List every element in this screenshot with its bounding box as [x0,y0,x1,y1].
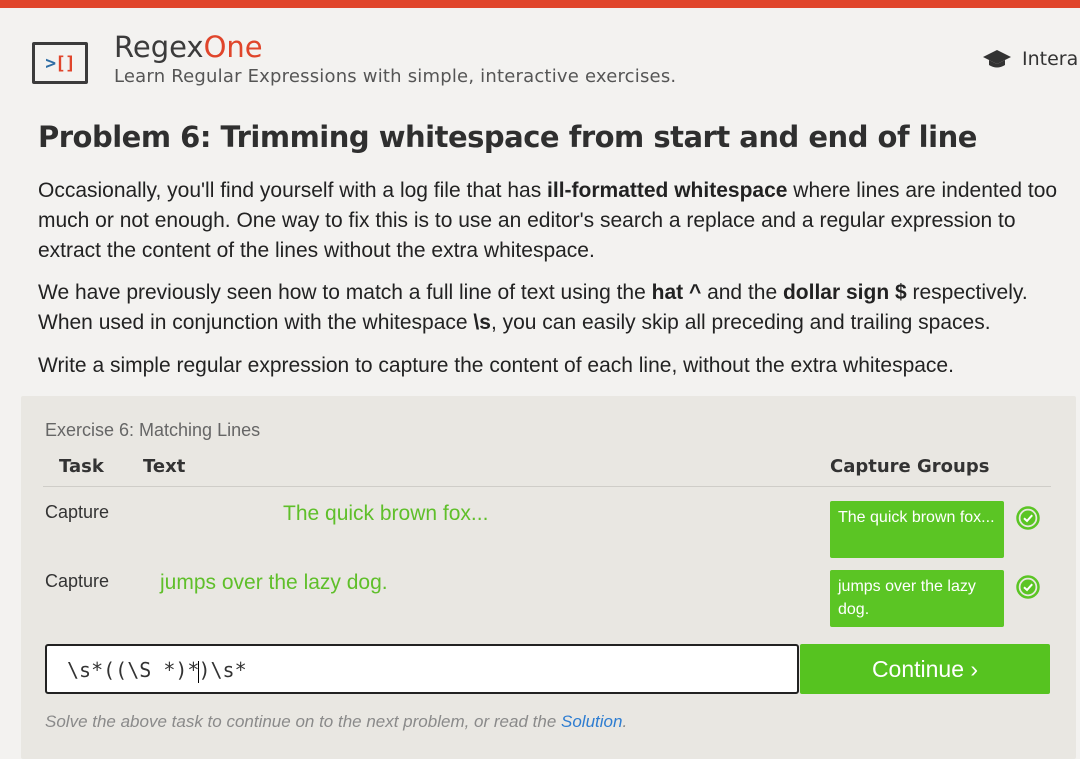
column-header-capture-groups: Capture Groups [830,456,990,477]
logo-glyph-left: > [45,52,56,74]
header-divider [43,486,1051,487]
tagline: Learn Regular Expressions with simple, i… [114,66,677,87]
solution-link[interactable]: Solution [561,712,622,731]
site-header: >[] RegexOne Learn Regular Expressions w… [32,30,1080,100]
bold-term: dollar sign $ [782,281,907,304]
brand-name[interactable]: RegexOne [114,30,263,64]
row-text: jumps over the lazy dog. [160,571,388,594]
nav-interactive-link[interactable]: Intera [982,48,1078,70]
bold-term: ill-formatted whitespace [547,179,788,202]
graduation-cap-icon [983,50,1011,68]
hint-text: Solve the above task to continue on to t… [45,712,628,731]
check-circle-icon [1016,506,1040,530]
paragraph-anchors: We have previously seen how to match a f… [38,281,1028,334]
capture-group-chip: jumps over the lazy dog. [830,570,1004,627]
bold-term: \s [473,311,491,334]
regex-input-text-before: \s*((\S *)* [67,658,200,682]
brand-first: Regex [114,30,204,64]
capture-group-chip: The quick brown fox... [830,501,1004,558]
top-accent-bar [0,0,1080,8]
problem-title: Problem 6: Trimming whitespace from star… [38,120,977,154]
regex-input-text-after: )\s* [198,658,247,682]
continue-button[interactable]: Continue › [800,644,1050,694]
bold-term: hat ^ [651,281,702,304]
paragraph-task: Write a simple regular expression to cap… [38,354,954,377]
exercise-title: Exercise 6: Matching Lines [45,420,261,440]
row-text: The quick brown fox... [283,502,489,525]
exercise-panel: Exercise 6: Matching Lines Task Text Cap… [21,396,1076,759]
brand-second: One [203,30,263,64]
nav-label: Intera [1022,48,1079,70]
row-task-label: Capture [45,502,110,522]
logo-icon[interactable]: >[] [32,42,88,84]
column-header-task: Task [59,456,104,477]
row-task-label: Capture [45,571,110,591]
paragraph-intro: Occasionally, you'll find yourself with … [38,179,1058,262]
column-header-text: Text [143,456,186,477]
regex-input[interactable]: \s*((\S *)*)\s* [45,644,799,694]
check-circle-icon [1016,575,1040,599]
logo-glyph-right: [] [55,52,76,74]
